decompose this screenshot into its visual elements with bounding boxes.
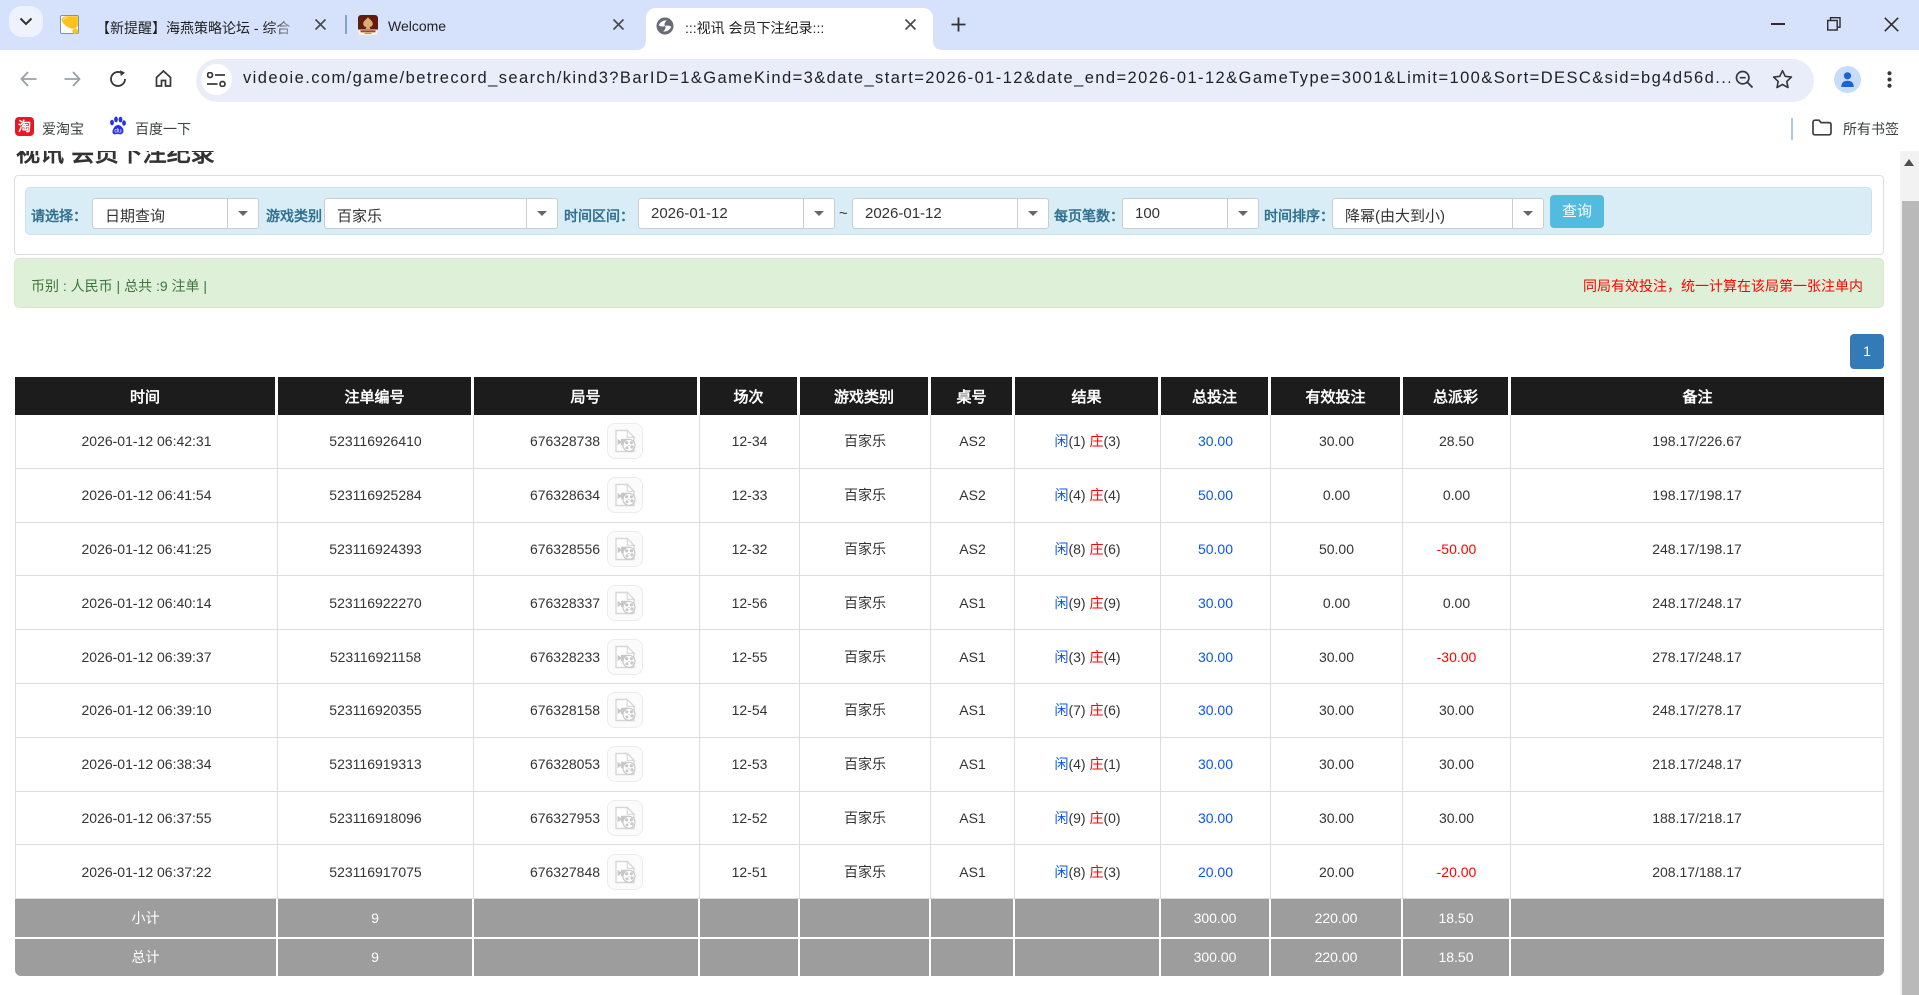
- svg-text:du: du: [114, 127, 122, 134]
